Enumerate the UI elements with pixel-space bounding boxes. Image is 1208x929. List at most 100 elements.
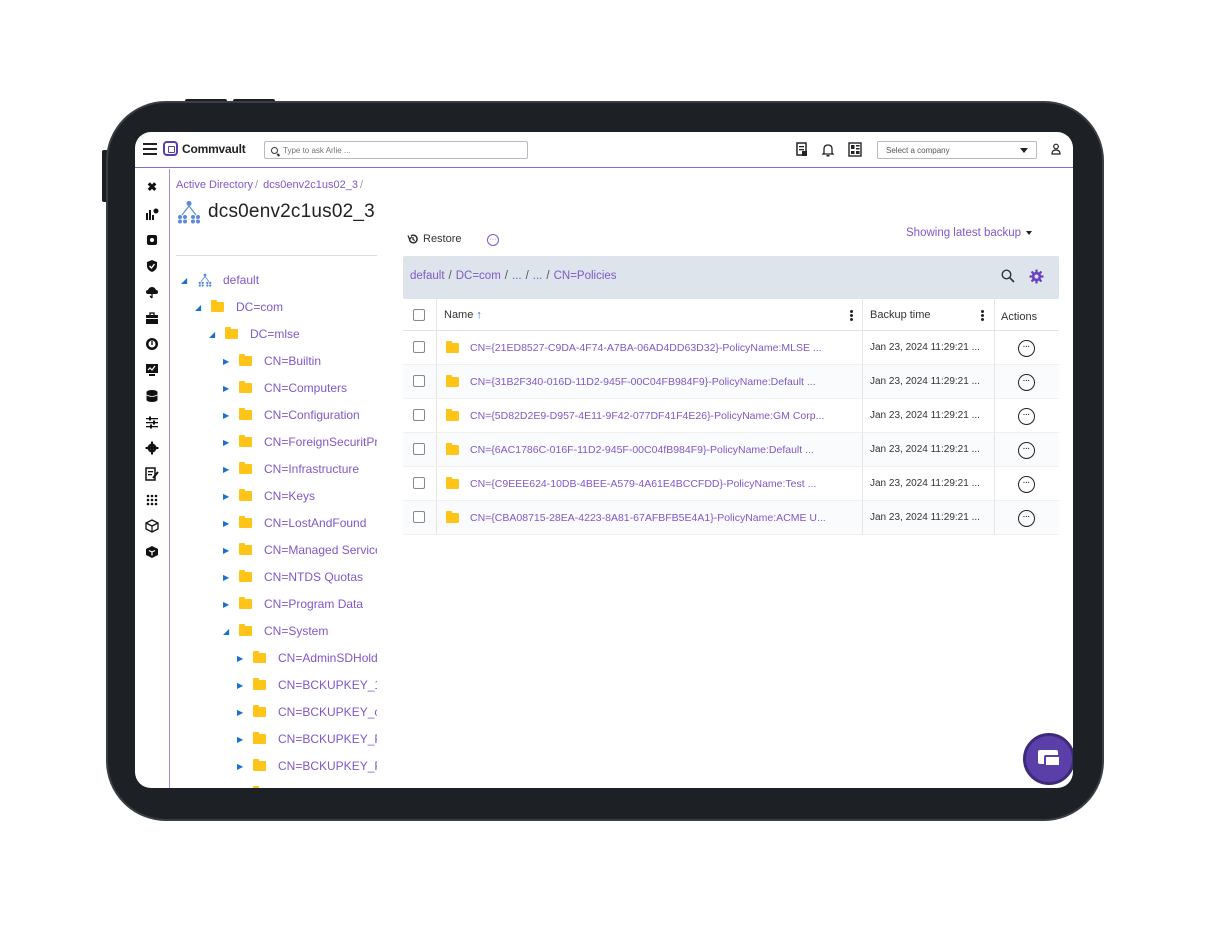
expand-right-icon[interactable]: ▶ — [223, 465, 233, 474]
column-menu-icon[interactable] — [981, 310, 984, 321]
chat-button[interactable] — [1023, 733, 1073, 785]
expand-right-icon[interactable]: ▶ — [237, 654, 247, 663]
cloud-icon[interactable] — [145, 285, 159, 299]
row-actions-icon[interactable]: ··· — [1018, 374, 1035, 391]
row-checkbox[interactable] — [413, 341, 425, 353]
sort-ascending-icon[interactable]: ↑ — [476, 309, 482, 321]
expand-down-icon[interactable]: ◢ — [181, 276, 191, 285]
dashboard-icon[interactable] — [848, 142, 862, 157]
path-segment[interactable]: default — [410, 270, 445, 282]
expand-right-icon[interactable]: ▶ — [237, 681, 247, 690]
protect-icon[interactable] — [145, 233, 159, 247]
path-segment[interactable]: ... — [512, 270, 522, 282]
expand-right-icon[interactable]: ▶ — [223, 600, 233, 609]
user-icon[interactable] — [1051, 143, 1061, 155]
tree-item[interactable]: ▶ CN=BCKUPKEY_c — [237, 702, 377, 722]
column-header-name[interactable]: Name ↑ — [444, 309, 482, 321]
row-name-link[interactable]: CN={C9EEE624-10DB-4BEE-A579-4A61E4BCCFDD… — [470, 478, 856, 490]
expand-right-icon[interactable]: ▶ — [237, 762, 247, 771]
row-name-link[interactable]: CN={CBA08715-28EA-4223-8A81-67AFBFB5E4A1… — [470, 512, 856, 524]
expand-right-icon[interactable]: ▶ — [223, 384, 233, 393]
expand-right-icon[interactable]: ▶ — [223, 438, 233, 447]
breadcrumb-link[interactable]: Active Directory — [176, 179, 253, 191]
tree-item[interactable]: ▶ CN=Managed Service Accounts — [223, 540, 377, 560]
logo[interactable]: Commvault — [163, 141, 246, 156]
package-icon[interactable] — [145, 519, 159, 533]
search-input[interactable] — [283, 145, 513, 155]
tree-item[interactable]: ▶CN=ComPartitions — [237, 783, 377, 788]
tree-item[interactable]: ▶ CN=Keys — [223, 486, 315, 506]
table-row[interactable]: CN={C9EEE624-10DB-4BEE-A579-4A61E4BCCFDD… — [403, 467, 1059, 501]
cube-icon[interactable] — [145, 545, 159, 559]
row-checkbox[interactable] — [413, 443, 425, 455]
table-row[interactable]: CN={5D82D2E9-D957-4E11-9F42-077DF41F4E26… — [403, 399, 1059, 433]
select-all-checkbox[interactable] — [413, 309, 425, 321]
table-row[interactable]: CN={31B2F340-016D-11D2-945F-00C04FB984F9… — [403, 365, 1059, 399]
breadcrumb-link[interactable]: dcs0env2c1us02_3 — [263, 179, 358, 191]
tree-item[interactable]: ▶ CN=LostAndFound — [223, 513, 366, 533]
sliders-icon[interactable] — [145, 415, 159, 429]
path-segment[interactable]: DC=com — [456, 270, 501, 282]
reports-icon[interactable] — [795, 142, 809, 157]
restore-button[interactable]: Restore — [407, 233, 462, 245]
expand-right-icon[interactable]: ▶ — [223, 411, 233, 420]
tree-item[interactable]: ▶ CN=BCKUPKEY_1 — [237, 675, 377, 695]
row-name-link[interactable]: CN={6AC1786C-016F-11D2-945F-00C04fB984F9… — [470, 444, 856, 456]
backup-filter-dropdown[interactable]: Showing latest backup — [906, 227, 1033, 239]
tree-item[interactable]: ▶ CN=Computers — [223, 378, 347, 398]
row-name-link[interactable]: CN={5D82D2E9-D957-4E11-9F42-077DF41F4E26… — [470, 410, 856, 422]
gauge-icon[interactable] — [145, 337, 159, 351]
tree-item[interactable]: ▶ CN=Builtin — [223, 351, 321, 371]
row-actions-icon[interactable]: ··· — [1018, 340, 1035, 357]
path-segment[interactable]: CN=Policies — [554, 270, 617, 282]
reports-chart-icon[interactable] — [145, 207, 159, 221]
expand-down-icon[interactable]: ◢ — [223, 627, 233, 636]
database-icon[interactable] — [145, 389, 159, 403]
tree-item[interactable]: ◢ DC=mlse — [209, 324, 300, 344]
expand-right-icon[interactable]: ▶ — [223, 519, 233, 528]
row-name-link[interactable]: CN={31B2F340-016D-11D2-945F-00C04FB984F9… — [470, 376, 856, 388]
search-icon[interactable] — [1001, 269, 1015, 283]
briefcase-icon[interactable] — [145, 311, 159, 325]
path-segment[interactable]: ... — [533, 270, 543, 282]
table-row[interactable]: CN={21ED8527-C9DA-4F74-A7BA-06AD4DD63D32… — [403, 331, 1059, 365]
column-header-backup-time[interactable]: Backup time — [870, 309, 931, 321]
column-menu-icon[interactable] — [850, 310, 853, 321]
apps-grid-icon[interactable] — [145, 493, 159, 507]
table-row[interactable]: CN={CBA08715-28EA-4223-8A81-67AFBFB5E4A1… — [403, 501, 1059, 535]
row-actions-icon[interactable]: ··· — [1018, 442, 1035, 459]
edit-document-icon[interactable] — [145, 467, 159, 481]
expand-right-icon[interactable]: ▶ — [223, 573, 233, 582]
tree-item[interactable]: ▶ CN=Infrastructure — [223, 459, 359, 479]
monitor-icon[interactable] — [145, 363, 159, 377]
gear-icon[interactable] — [1029, 269, 1044, 284]
more-actions-icon[interactable]: ··· — [487, 234, 499, 246]
tree-item[interactable]: ▶ CN=AdminSDHolder — [237, 648, 377, 668]
tree-item[interactable]: ◢ default — [181, 270, 259, 290]
tree-item[interactable]: ▶ CN=BCKUPKEY_P — [237, 756, 377, 776]
tools-icon[interactable]: ✖ — [145, 180, 159, 194]
bell-icon[interactable] — [821, 142, 835, 157]
search-box[interactable] — [264, 141, 528, 159]
gear-icon[interactable] — [145, 441, 159, 455]
row-checkbox[interactable] — [413, 477, 425, 489]
row-checkbox[interactable] — [413, 375, 425, 387]
tree-item[interactable]: ▶ CN=Configuration — [223, 405, 360, 425]
row-name-link[interactable]: CN={21ED8527-C9DA-4F74-A7BA-06AD4DD63D32… — [470, 342, 856, 354]
row-actions-icon[interactable]: ··· — [1018, 510, 1035, 527]
row-checkbox[interactable] — [413, 409, 425, 421]
expand-right-icon[interactable]: ▶ — [237, 708, 247, 717]
tree-item[interactable]: ◢ DC=com — [195, 297, 283, 317]
shield-icon[interactable] — [145, 259, 159, 273]
table-row[interactable]: CN={6AC1786C-016F-11D2-945F-00C04fB984F9… — [403, 433, 1059, 467]
expand-down-icon[interactable]: ◢ — [209, 330, 219, 339]
company-select[interactable]: Select a company — [877, 141, 1037, 159]
row-checkbox[interactable] — [413, 511, 425, 523]
expand-right-icon[interactable]: ▶ — [223, 357, 233, 366]
tree-item[interactable]: ◢ CN=System — [223, 621, 328, 641]
tree-item[interactable]: ▶ CN=NTDS Quotas — [223, 567, 363, 587]
row-actions-icon[interactable]: ··· — [1018, 408, 1035, 425]
row-actions-icon[interactable]: ··· — [1018, 476, 1035, 493]
expand-right-icon[interactable]: ▶ — [223, 492, 233, 501]
expand-down-icon[interactable]: ◢ — [195, 303, 205, 312]
